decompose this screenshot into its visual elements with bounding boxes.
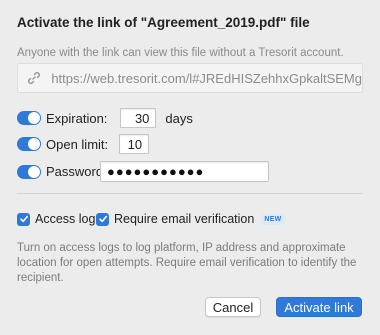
link-icon [26,70,45,86]
access-logs-option[interactable]: Access logs [17,212,102,226]
open-limit-label: Open limit: [46,136,109,152]
password-label: Password: [46,164,107,179]
open-limit-value: 10 [127,136,143,152]
link-url-field[interactable]: https://web.tresorit.com/l#JREdHISZehhxG… [17,63,363,93]
new-badge: NEW [260,213,286,225]
expiration-toggle[interactable] [17,111,41,125]
checkmark-icon [98,215,107,223]
require-email-option[interactable]: Require email verification NEW [96,212,286,226]
dialog-subtitle: Anyone with the link can view this file … [17,47,344,59]
require-email-checkbox[interactable] [96,212,109,226]
expiration-days-suffix: days [165,110,193,126]
expiration-days-value: 30 [134,110,150,126]
activate-link-dialog: Activate the link of "Agreement_2019.pdf… [0,0,380,335]
checkmark-icon [19,215,28,223]
cancel-button[interactable]: Cancel [205,297,261,317]
link-url-text: https://web.tresorit.com/l#JREdHISZehhxG… [51,70,362,86]
password-toggle[interactable] [17,164,41,179]
expiration-row: Expiration: 30 days [17,108,193,128]
password-input[interactable]: ●●●●●●●●●●● [100,161,269,182]
open-limit-row: Open limit: 10 [17,134,150,154]
dialog-title: Activate the link of "Agreement_2019.pdf… [17,15,310,30]
expiration-label: Expiration: [46,110,108,126]
password-row: Password: [17,164,107,179]
open-limit-input[interactable]: 10 [119,134,150,154]
divider [17,193,363,194]
password-value: ●●●●●●●●●●● [107,164,205,179]
activate-link-button[interactable]: Activate link [276,297,362,317]
open-limit-toggle[interactable] [17,137,41,151]
access-logs-label: Access logs [35,212,102,226]
require-email-label: Require email verification [114,212,255,226]
access-logs-checkbox[interactable] [17,212,30,226]
help-text: Turn on access logs to log platform, IP … [17,242,357,284]
expiration-days-input[interactable]: 30 [120,108,157,128]
